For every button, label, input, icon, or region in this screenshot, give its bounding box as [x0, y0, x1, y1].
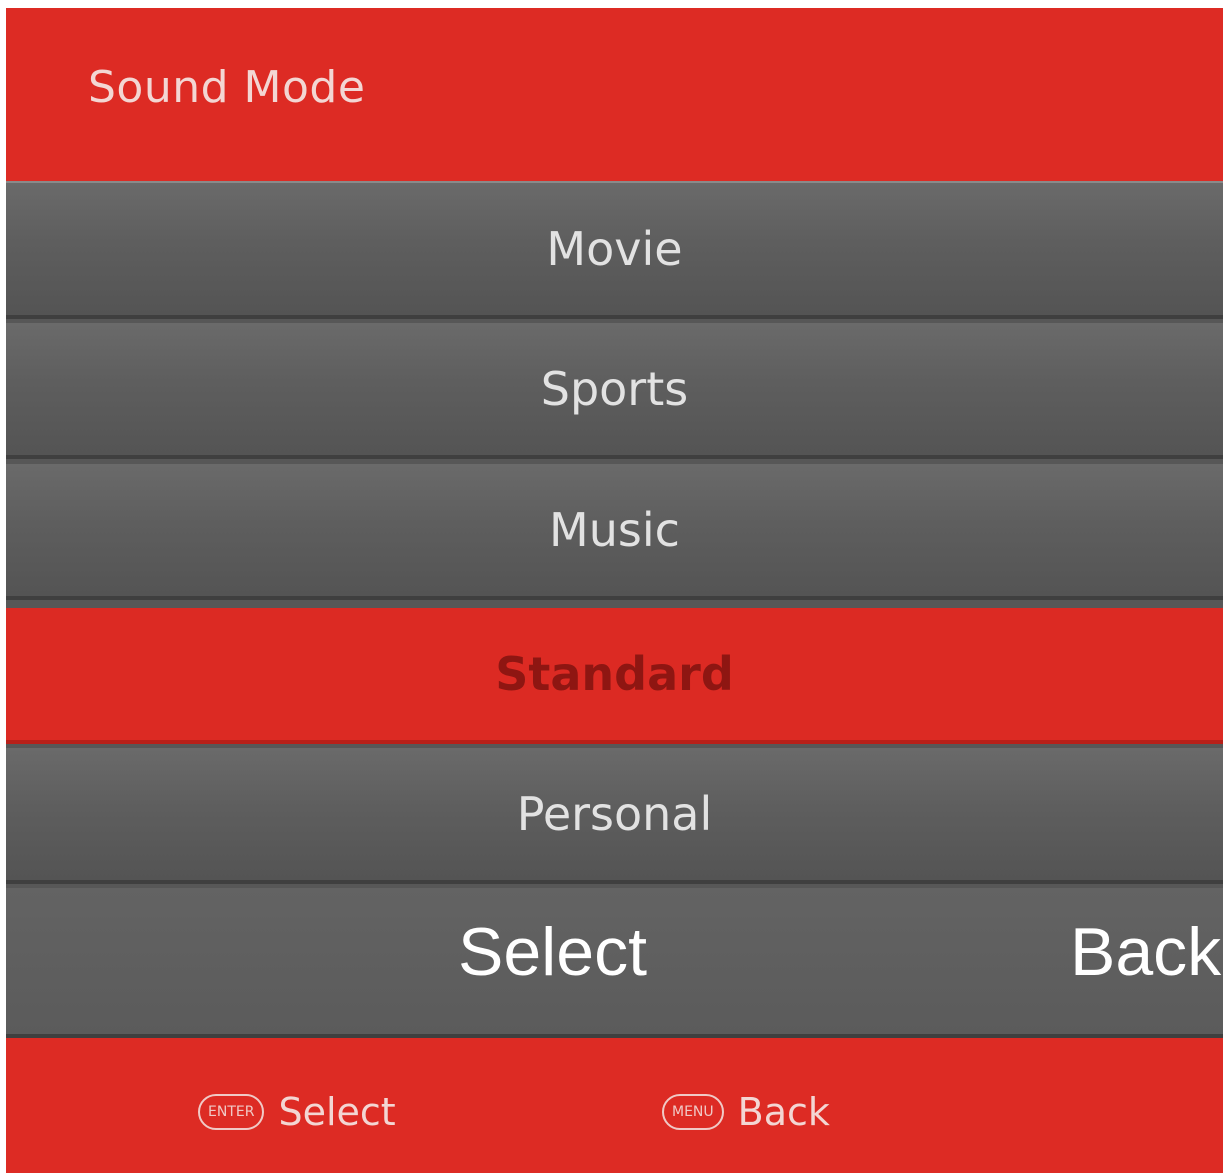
overlay-select-text: Select — [458, 914, 647, 990]
back-hint-label: Back — [737, 1090, 830, 1134]
menu-item-label: Standard — [495, 647, 734, 701]
menu-footer: ENTER Select MENU Back — [6, 1038, 1223, 1173]
menu-item-label: Sports — [540, 362, 689, 416]
select-hint[interactable]: ENTER Select — [198, 1090, 396, 1134]
menu-header: Sound Mode — [6, 8, 1223, 183]
menu-item-music[interactable]: Music — [6, 464, 1223, 600]
menu-item-label: Music — [549, 503, 680, 557]
menu-item-movie[interactable]: Movie — [6, 183, 1223, 319]
caption-overlay-row: Select Back — [6, 888, 1223, 1038]
menu-item-label: Movie — [546, 222, 683, 276]
menu-key-icon: MENU — [662, 1094, 724, 1130]
tv-screen: Sound Mode Movie Sports Music Standard P… — [0, 0, 1223, 1173]
menu-title: Sound Mode — [88, 62, 366, 113]
back-hint[interactable]: MENU Back — [662, 1090, 830, 1134]
menu-item-label: Personal — [516, 787, 713, 841]
menu-item-standard[interactable]: Standard — [6, 608, 1223, 744]
sound-mode-panel: Sound Mode Movie Sports Music Standard P… — [6, 8, 1223, 1173]
overlay-back-text: Back — [1070, 914, 1222, 990]
menu-item-personal[interactable]: Personal — [6, 748, 1223, 884]
enter-key-icon: ENTER — [198, 1094, 265, 1130]
select-hint-label: Select — [278, 1090, 396, 1134]
menu-item-sports[interactable]: Sports — [6, 323, 1223, 459]
